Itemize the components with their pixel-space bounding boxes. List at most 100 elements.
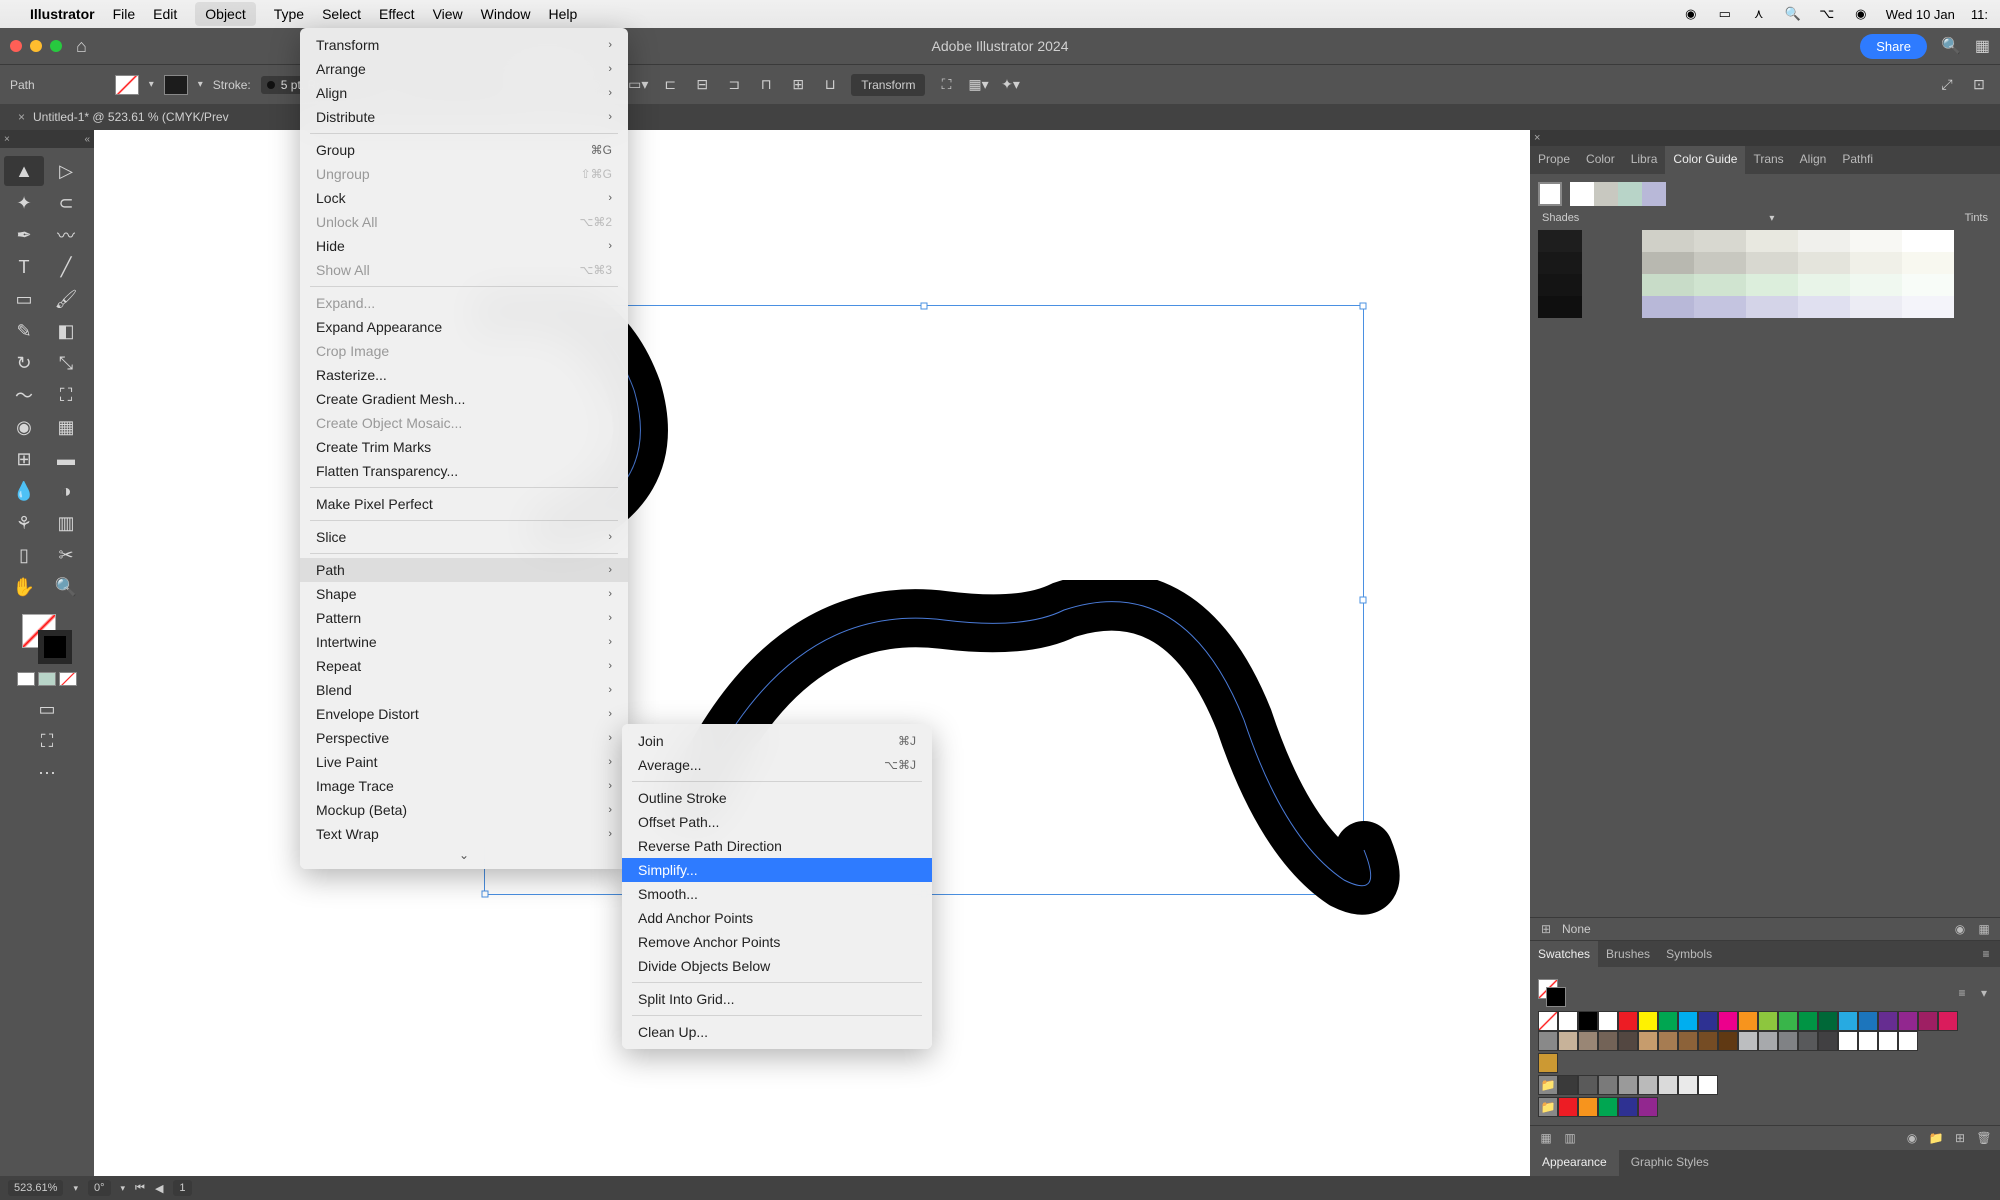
- menu-item-expand-appearance[interactable]: Expand Appearance: [300, 315, 628, 339]
- submenu-item-add-anchor-points[interactable]: Add Anchor Points: [622, 906, 932, 930]
- panel-close-icon[interactable]: ×: [1534, 132, 1540, 144]
- shade-swatch[interactable]: [1538, 230, 1582, 252]
- swatch-gray[interactable]: [1578, 1075, 1598, 1095]
- swatch-color[interactable]: [1798, 1011, 1818, 1031]
- swatch-registration[interactable]: [1558, 1011, 1578, 1031]
- tint-swatch[interactable]: [1694, 296, 1746, 318]
- new-swatch-icon[interactable]: ⊞: [1952, 1130, 1968, 1146]
- tint-swatch[interactable]: [1694, 274, 1746, 296]
- swatch-color[interactable]: [1598, 1031, 1618, 1051]
- app-name-menu[interactable]: Illustrator: [30, 6, 95, 22]
- tint-swatch[interactable]: [1798, 296, 1850, 318]
- tint-swatch[interactable]: [1902, 274, 1954, 296]
- sel-handle-tr[interactable]: [1360, 303, 1367, 310]
- harmony-swatch[interactable]: [1570, 182, 1594, 206]
- menu-scroll-down-icon[interactable]: ⌄: [300, 846, 628, 864]
- shade-swatch[interactable]: [1538, 296, 1582, 318]
- menu-edit[interactable]: Edit: [153, 6, 177, 22]
- tint-swatch[interactable]: [1642, 274, 1694, 296]
- menu-item-path[interactable]: Path›: [300, 558, 628, 582]
- wifi-icon[interactable]: ⋏: [1750, 5, 1768, 23]
- tab-appearance[interactable]: Appearance: [1530, 1150, 1619, 1176]
- harmony-swatch[interactable]: [1642, 182, 1666, 206]
- menu-item-align[interactable]: Align›: [300, 81, 628, 105]
- swatch-color[interactable]: [1918, 1011, 1938, 1031]
- stroke-dropdown-icon[interactable]: ▾: [198, 79, 203, 90]
- submenu-item-offset-path-[interactable]: Offset Path...: [622, 810, 932, 834]
- tab-graphic-styles[interactable]: Graphic Styles: [1619, 1150, 1721, 1176]
- stroke-color-box[interactable]: [38, 630, 72, 664]
- swatch-libraries-icon[interactable]: ▦: [1538, 1130, 1554, 1146]
- menu-item-pattern[interactable]: Pattern›: [300, 606, 628, 630]
- hand-tool[interactable]: ✋: [4, 572, 44, 602]
- align-center-h-icon[interactable]: ⊟: [691, 76, 713, 93]
- tab-color[interactable]: Color: [1578, 146, 1623, 174]
- menu-item-envelope-distort[interactable]: Envelope Distort›: [300, 702, 628, 726]
- eyedropper-tool[interactable]: 💧: [4, 476, 44, 506]
- tab-transform[interactable]: Trans: [1745, 146, 1791, 174]
- search-icon[interactable]: 🔍: [1941, 36, 1961, 56]
- swatch-color[interactable]: [1618, 1011, 1638, 1031]
- tint-swatch[interactable]: [1850, 296, 1902, 318]
- swatch-color[interactable]: [1878, 1011, 1898, 1031]
- screen-mode-icon[interactable]: ⛶: [27, 726, 67, 756]
- swatch-color[interactable]: [1618, 1097, 1638, 1117]
- perspective-grid-tool[interactable]: ▦: [46, 412, 86, 442]
- menu-item-transform[interactable]: Transform›: [300, 33, 628, 57]
- swatch-group-folder[interactable]: [1538, 1053, 1558, 1073]
- escape-icon[interactable]: ⤢: [1936, 76, 1958, 93]
- tint-swatch[interactable]: [1902, 252, 1954, 274]
- menu-item-repeat[interactable]: Repeat›: [300, 654, 628, 678]
- swatch-group-folder[interactable]: 📁: [1538, 1097, 1558, 1117]
- swatch-gray[interactable]: [1618, 1075, 1638, 1095]
- color-guide-grid[interactable]: [1538, 230, 1992, 318]
- tint-swatch[interactable]: [1798, 230, 1850, 252]
- isolate-icon[interactable]: ⛶: [935, 76, 957, 93]
- menu-item-intertwine[interactable]: Intertwine›: [300, 630, 628, 654]
- swatch-color[interactable]: [1558, 1097, 1578, 1117]
- edit-toolbar-icon[interactable]: ✦▾: [999, 76, 1021, 93]
- align-top-icon[interactable]: ⊓: [755, 76, 777, 93]
- tint-swatch[interactable]: [1746, 230, 1798, 252]
- toolbox-collapse-icon[interactable]: «: [84, 134, 90, 145]
- shade-swatch[interactable]: [1538, 252, 1582, 274]
- swatch-gray[interactable]: [1638, 1075, 1658, 1095]
- swatch-color[interactable]: [1598, 1011, 1618, 1031]
- swatch-color[interactable]: [1778, 1011, 1798, 1031]
- swatches-fill-stroke[interactable]: [1538, 979, 1566, 1007]
- menu-item-live-paint[interactable]: Live Paint›: [300, 750, 628, 774]
- menu-item-create-trim-marks[interactable]: Create Trim Marks: [300, 435, 628, 459]
- tab-align[interactable]: Align: [1792, 146, 1835, 174]
- magic-wand-tool[interactable]: ✦: [4, 188, 44, 218]
- close-tab-icon[interactable]: ×: [18, 110, 25, 124]
- swatch-none[interactable]: [1538, 1011, 1558, 1031]
- new-group-icon[interactable]: 📁: [1928, 1130, 1944, 1146]
- swatch-color[interactable]: [1858, 1011, 1878, 1031]
- tab-color-guide[interactable]: Color Guide: [1665, 146, 1745, 174]
- menu-effect[interactable]: Effect: [379, 6, 415, 22]
- submenu-item-smooth-[interactable]: Smooth...: [622, 882, 932, 906]
- swatch-color[interactable]: [1798, 1031, 1818, 1051]
- control-center-icon[interactable]: ⌥: [1818, 5, 1836, 23]
- menu-item-perspective[interactable]: Perspective›: [300, 726, 628, 750]
- menu-object[interactable]: Object: [195, 2, 255, 26]
- tint-swatch[interactable]: [1902, 230, 1954, 252]
- menu-item-hide[interactable]: Hide›: [300, 234, 628, 258]
- swatch-gray[interactable]: [1658, 1075, 1678, 1095]
- swatch-color[interactable]: [1738, 1031, 1758, 1051]
- tab-pathfinder[interactable]: Pathfi: [1834, 146, 1881, 174]
- transform-button[interactable]: Transform: [851, 74, 925, 96]
- shaper-tool[interactable]: ✎: [4, 316, 44, 346]
- slice-tool[interactable]: ✂: [46, 540, 86, 570]
- swatch-color[interactable]: [1838, 1031, 1858, 1051]
- curvature-tool[interactable]: 〰: [46, 220, 86, 250]
- swatch-color[interactable]: [1778, 1031, 1798, 1051]
- column-graph-tool[interactable]: ▥: [46, 508, 86, 538]
- rotate-tool[interactable]: ↻: [4, 348, 44, 378]
- fill-swatch[interactable]: [115, 75, 139, 95]
- close-toolbox-icon[interactable]: ×: [4, 134, 10, 145]
- menu-item-shape[interactable]: Shape›: [300, 582, 628, 606]
- swatch-color[interactable]: [1658, 1031, 1678, 1051]
- home-icon[interactable]: ⌂: [76, 36, 87, 57]
- swatch-color[interactable]: [1818, 1011, 1838, 1031]
